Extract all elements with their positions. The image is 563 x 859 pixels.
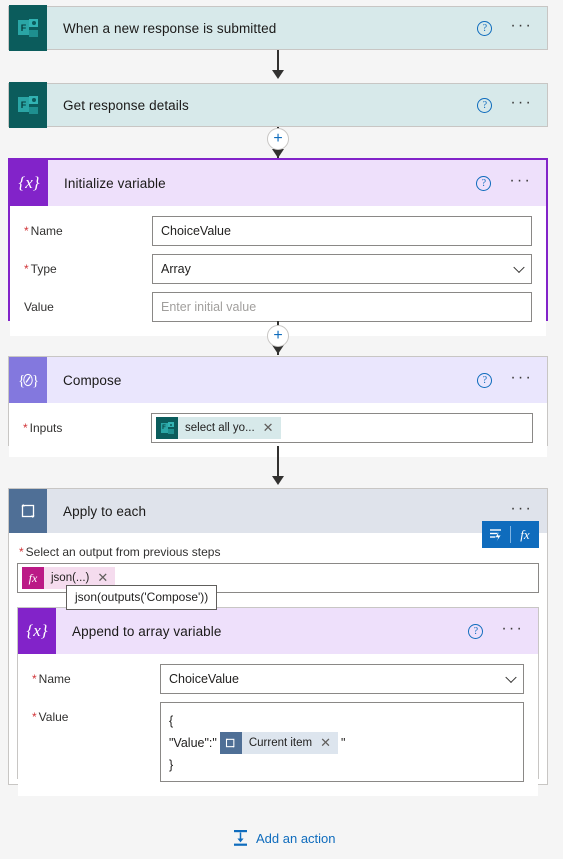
field-row-value: * Value { "Value":" Current item ✕ "}: [32, 702, 524, 782]
help-icon[interactable]: ?: [476, 175, 492, 191]
connector-compose-to-apply-to-each: [272, 446, 284, 486]
required-asterisk: *: [19, 545, 24, 559]
fx-label: fx: [520, 526, 530, 542]
overflow-menu-icon[interactable]: ···: [510, 18, 533, 34]
field-label-value: * Value: [32, 710, 69, 724]
remove-token-icon[interactable]: ✕: [261, 420, 281, 436]
value-input-placeholder: Enter initial value: [161, 300, 257, 314]
name-input[interactable]: ChoiceValue: [152, 216, 532, 246]
chevron-down-icon: [505, 671, 517, 684]
trigger-title: When a new response is submitted: [63, 20, 277, 36]
append-value-editor[interactable]: { "Value":" Current item ✕ "}: [160, 702, 524, 782]
append-name-dropdown[interactable]: ChoiceValue: [160, 664, 524, 694]
variable-glyph: {x}: [18, 173, 40, 192]
action-title: Get response details: [63, 97, 189, 113]
flow-designer-canvas: F When a new response is submitted ? ···…: [0, 0, 563, 859]
action-title: Append to array variable: [72, 623, 222, 639]
apply-to-each-body: fx * Select an output from previous steps…: [9, 521, 547, 796]
overflow-menu-icon[interactable]: ···: [501, 621, 524, 637]
field-label-inputs: * Inputs: [23, 421, 63, 435]
loop-glyph: [21, 504, 34, 518]
field-row-name: * Name ChoiceValue: [24, 216, 532, 246]
fx-icon: fx: [22, 567, 44, 589]
token-chip-forms-question[interactable]: F select all yo... ✕: [156, 417, 281, 439]
field-row-value: Value Enter initial value: [24, 292, 532, 322]
variable-braces-icon: {x}: [10, 160, 48, 206]
remove-token-icon[interactable]: ✕: [95, 570, 115, 586]
token-chip-label: select all yo...: [185, 422, 255, 434]
field-label-value: Value: [24, 300, 54, 314]
value-input[interactable]: Enter initial value: [152, 292, 532, 322]
field-label-name: * Name: [32, 672, 71, 686]
dynamic-content-toolbar: fx: [482, 521, 539, 548]
variable-braces-icon: {x}: [18, 608, 56, 654]
append-to-array-body: * Name ChoiceValue * Value {"Value":" C…: [18, 654, 538, 796]
token-chip-label: json(...): [51, 572, 90, 584]
required-asterisk: *: [32, 710, 37, 724]
loop-icon: [219, 732, 242, 754]
action-card-get-response-details[interactable]: F Get response details ? ···: [8, 82, 548, 128]
action-title: Initialize variable: [64, 175, 166, 191]
required-asterisk: *: [24, 262, 29, 276]
value-line-close-brace: }: [169, 758, 174, 772]
field-label-type: * Type: [24, 262, 57, 276]
microsoft-forms-icon: F: [156, 417, 178, 439]
insert-below-icon: [232, 829, 249, 847]
help-icon[interactable]: ?: [477, 372, 493, 388]
action-title: Compose: [63, 372, 122, 388]
select-output-label: * Select an output from previous steps: [19, 545, 221, 559]
scope-card-apply-to-each[interactable]: Apply to each ··· fx * Select an output …: [8, 488, 548, 796]
help-icon[interactable]: ?: [468, 623, 484, 639]
overflow-menu-icon[interactable]: ···: [510, 501, 533, 517]
overflow-menu-icon[interactable]: ···: [510, 95, 533, 111]
action-card-initialize-variable[interactable]: {x} Initialize variable ? ··· * Name Choi…: [8, 158, 548, 336]
field-row-inputs: * Inputs F select all yo... ✕: [23, 413, 533, 443]
svg-text:}: }: [32, 373, 39, 389]
expression-fx-button[interactable]: fx: [511, 521, 539, 548]
token-chip-current-item[interactable]: Current item ✕: [219, 732, 339, 754]
overflow-menu-icon[interactable]: ···: [509, 173, 532, 189]
loop-icon: [9, 489, 47, 533]
required-asterisk: *: [24, 224, 29, 238]
action-card-append-to-array-variable[interactable]: {x} Append to array variable ? ··· * Name: [17, 607, 539, 796]
compose-glyph: { }: [18, 373, 39, 389]
chevron-down-icon: [513, 261, 525, 274]
insert-step-button-1[interactable]: +: [267, 128, 289, 150]
field-row-name: * Name ChoiceValue: [32, 664, 524, 694]
apply-to-each-header[interactable]: Apply to each ···: [9, 489, 547, 533]
overflow-menu-icon[interactable]: ···: [510, 370, 533, 386]
remove-token-icon[interactable]: ✕: [318, 732, 338, 754]
field-label-name: * Name: [24, 224, 63, 238]
type-dropdown-value: Array: [161, 262, 191, 276]
microsoft-forms-icon: F: [9, 82, 47, 128]
variable-glyph: {x}: [26, 621, 48, 640]
required-asterisk: *: [32, 672, 37, 686]
trigger-card-when-a-new-response-is-submitted[interactable]: F When a new response is submitted ? ···: [8, 5, 548, 51]
name-input-value: ChoiceValue: [161, 224, 231, 238]
add-an-action-button[interactable]: Add an action: [232, 829, 336, 847]
compose-inputs-field[interactable]: F select all yo... ✕: [151, 413, 533, 443]
append-name-value: ChoiceValue: [169, 672, 239, 686]
required-asterisk: *: [23, 421, 28, 435]
scope-title: Apply to each: [63, 503, 147, 519]
value-line-open-brace: {: [169, 714, 174, 728]
action-card-compose[interactable]: { } Compose ? ··· * Inputs F select all …: [8, 356, 548, 457]
add-an-action-label: Add an action: [256, 830, 336, 846]
help-icon[interactable]: ?: [477, 20, 493, 36]
insert-step-button-2[interactable]: +: [267, 325, 289, 347]
token-chip-label: Current item: [248, 737, 313, 749]
compose-pencil-icon: { }: [9, 357, 47, 403]
initialize-variable-body: * Name ChoiceValue * Type Array Value En…: [10, 206, 546, 336]
dynamic-content-icon[interactable]: [482, 521, 510, 548]
connector-trigger-to-get-response: [272, 50, 284, 80]
type-dropdown[interactable]: Array: [152, 254, 532, 284]
help-icon[interactable]: ?: [477, 97, 493, 113]
value-line-with-token: "Value":" Current item ✕ ": [169, 732, 345, 754]
microsoft-forms-icon: F: [9, 5, 47, 51]
value-key-prefix: "Value":": [169, 736, 217, 750]
field-row-type: * Type Array: [24, 254, 532, 284]
expression-tooltip: json(outputs('Compose')): [66, 585, 218, 610]
value-key-suffix: ": [341, 736, 346, 750]
